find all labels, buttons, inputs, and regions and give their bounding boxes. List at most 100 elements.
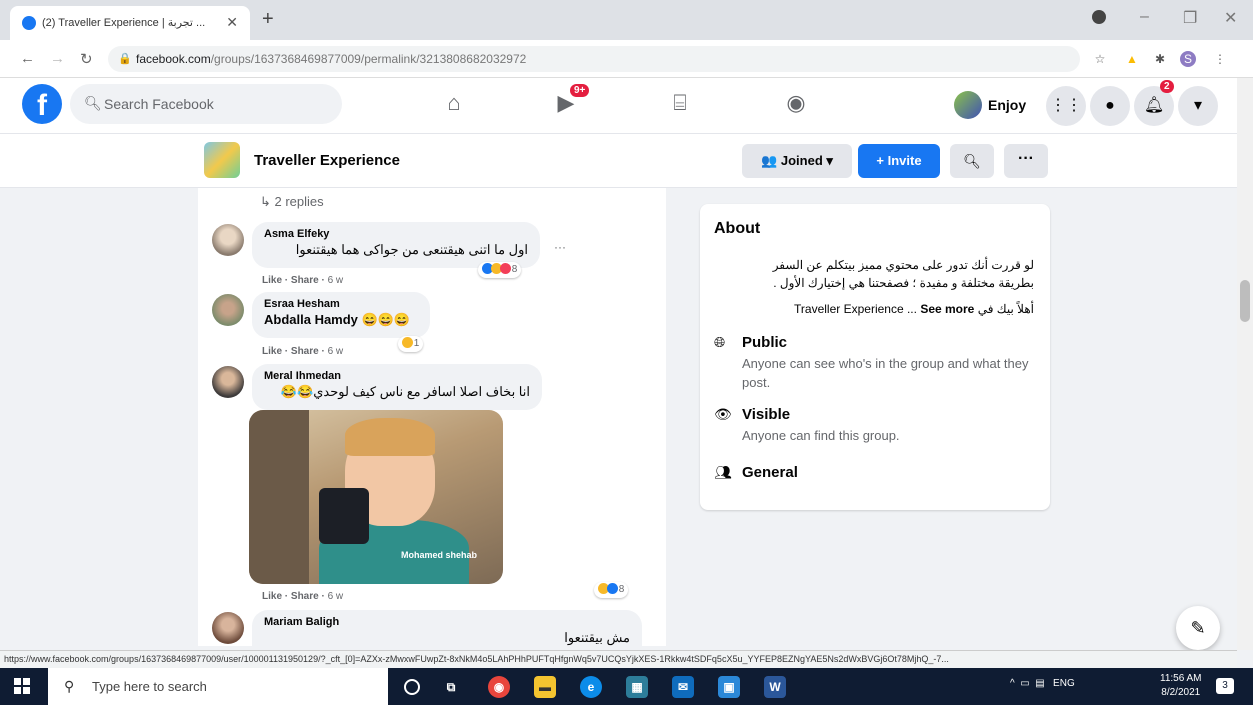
new-message-button[interactable]: ✎ [1176,606,1220,650]
reaction-count: 1 [413,338,420,349]
about-description-line: بطريقة مختلفة و مفيدة ؛ فصفحتنا هي إختيا… [773,276,1034,290]
about-row-title: Public [742,334,788,351]
facebook-favicon-icon [22,16,36,30]
browser-tab[interactable]: (2) Traveller Experience | تجربة ... ✕ [10,6,250,40]
reaction-summary[interactable]: 8 [594,582,629,598]
menu-kebab-icon[interactable]: ⋮ [1212,51,1228,67]
new-tab-button[interactable]: + [262,8,274,31]
profile-icon[interactable] [1092,10,1106,24]
browser-toolbar: ← → ↻ 🔒 facebook.com/groups/163736846987… [0,40,1253,78]
task-view-icon[interactable]: ⧉ [440,676,462,698]
marketplace-icon[interactable]: ⌸ [660,90,700,120]
back-icon[interactable]: ← [20,50,35,67]
avatar[interactable] [212,224,244,256]
watch-badge: 9+ [570,84,590,97]
see-more-link[interactable]: See more [920,302,974,316]
forward-icon[interactable]: → [50,50,65,67]
action-center-icon[interactable]: 3 [1216,678,1234,694]
comment-action-links[interactable]: Like · Share · [262,275,328,286]
avatar[interactable] [212,366,244,398]
group-more-button[interactable]: ··· [1004,144,1048,178]
about-brand-text: Traveller Experience ... [794,302,917,316]
system-tray[interactable]: ^ ▭ ▤ ENG [1010,678,1075,689]
about-description-line: لو قررت أنك تدور على محتوي مميز بيتكلم ع… [772,258,1034,272]
taskbar-search-placeholder: Type here to search [92,679,207,694]
avatar[interactable] [212,294,244,326]
address-bar[interactable]: 🔒 facebook.com/groups/1637368469877009/p… [108,46,1080,72]
facebook-logo-icon[interactable]: f [22,84,62,124]
close-window-button[interactable]: ✕ [1224,8,1237,28]
reaction-summary[interactable]: 1 [398,336,424,352]
comment-actions[interactable]: Like · Share · 6 w [262,591,343,602]
comment-author[interactable]: Meral Ihmedan [264,370,530,382]
profile-avatar-icon[interactable]: S [1180,51,1196,67]
view-replies-link[interactable]: ↳ 2 replies [260,194,324,210]
group-thumbnail[interactable] [204,142,240,178]
comment-time: 6 w [327,591,344,602]
profile-shortcut[interactable]: Enjoy [950,88,1026,122]
home-icon[interactable]: ⌂ [434,90,474,120]
word-icon[interactable]: W [764,676,786,698]
gif-caption: Mohamed shehab [401,550,478,560]
windows-start-icon[interactable] [14,678,30,694]
file-explorer-icon[interactable]: ▬ [534,676,556,698]
people-icon: 👥︎ [714,464,732,480]
drive-extension-icon[interactable]: ▲ [1124,51,1140,67]
comment-time: 6 w [327,275,344,286]
comment-action-links[interactable]: Like · Share · [262,346,328,357]
comment-bubble: Esraa Hesham Abdalla Hamdy 😄😄😄 [252,292,430,338]
comment-options-icon[interactable]: ··· [554,240,566,254]
haha-reaction-icon [402,337,413,348]
reload-icon[interactable]: ↻ [80,50,93,68]
cortana-icon[interactable] [404,679,420,695]
edge-icon[interactable]: e [580,676,602,698]
invite-button[interactable]: + Invite [858,144,940,178]
scrollbar-thumb[interactable] [1240,280,1250,322]
comment-gif-image[interactable]: Mohamed shehab [249,410,503,584]
messenger-icon[interactable]: ● [1090,86,1130,126]
group-header: Traveller Experience 👥 Joined ▾ + Invite… [0,134,1253,188]
groups-icon[interactable]: ◉ [776,90,816,120]
profile-name: Enjoy [988,97,1027,113]
joined-button[interactable]: 👥 Joined ▾ [742,144,852,178]
chrome-icon[interactable]: ◉ [488,676,510,698]
reaction-count: 8 [511,264,518,275]
app-icon[interactable]: ▣ [718,676,740,698]
search-placeholder: Search Facebook [104,96,214,112]
about-card: About لو قررت أنك تدور على محتوي مميز بي… [700,204,1050,510]
notifications-badge: 2 [1160,80,1174,93]
group-name[interactable]: Traveller Experience [254,152,400,169]
comment-time: 6 w [327,346,344,357]
avatar[interactable] [212,612,244,644]
store-icon[interactable]: ▦ [626,676,648,698]
tab-title: (2) Traveller Experience | تجربة ... [42,17,206,29]
account-dropdown-icon[interactable]: ▾ [1178,86,1218,126]
clock-time: 11:56 AM [1160,673,1202,684]
tab-close-icon[interactable]: ✕ [226,14,238,31]
comment-author[interactable]: Asma Elfeky [264,228,528,240]
link-status-bar: https://www.facebook.com/groups/16373684… [0,650,1237,668]
url-path: /groups/1637368469877009/permalink/32138… [210,52,527,66]
comment-action-links[interactable]: Like · Share · [262,591,328,602]
comment-actions[interactable]: Like · Share · 6 w [262,275,343,286]
star-icon[interactable]: ☆ [1092,51,1108,67]
like-reaction-icon [607,583,618,594]
comment-author[interactable]: Mariam Baligh [264,616,630,628]
comment-actions[interactable]: Like · Share · 6 w [262,346,343,357]
reaction-summary[interactable]: 8 [478,262,522,278]
facebook-search-input[interactable]: 🔍︎ Search Facebook [70,84,342,124]
system-clock[interactable]: 11:56 AM 8/2/2021 [1160,672,1202,700]
comment-text: انا بخاف اصلا اسافر مع ناس كيف لوحدي😂😂 [280,384,530,399]
minimize-button[interactable]: – [1140,8,1149,26]
comment-author[interactable]: Esraa Hesham [264,298,418,310]
maximize-button[interactable]: ❐ [1183,8,1197,28]
page-scrollbar[interactable] [1237,78,1253,650]
taskbar-search-input[interactable]: ⚲ Type here to search [48,668,388,705]
extensions-icon[interactable]: ✱ [1152,51,1168,67]
language-indicator[interactable]: ENG [1053,678,1075,689]
mail-icon[interactable]: ✉ [672,676,694,698]
group-search-icon[interactable]: 🔍︎ [950,144,994,178]
facebook-top-bar: f 🔍︎ Search Facebook ⌂ ▶ 9+ ⌸ ◉ Enjoy ⋮⋮… [0,78,1253,134]
menu-grid-icon[interactable]: ⋮⋮ [1046,86,1086,126]
search-icon: 🔍︎ [84,95,102,111]
